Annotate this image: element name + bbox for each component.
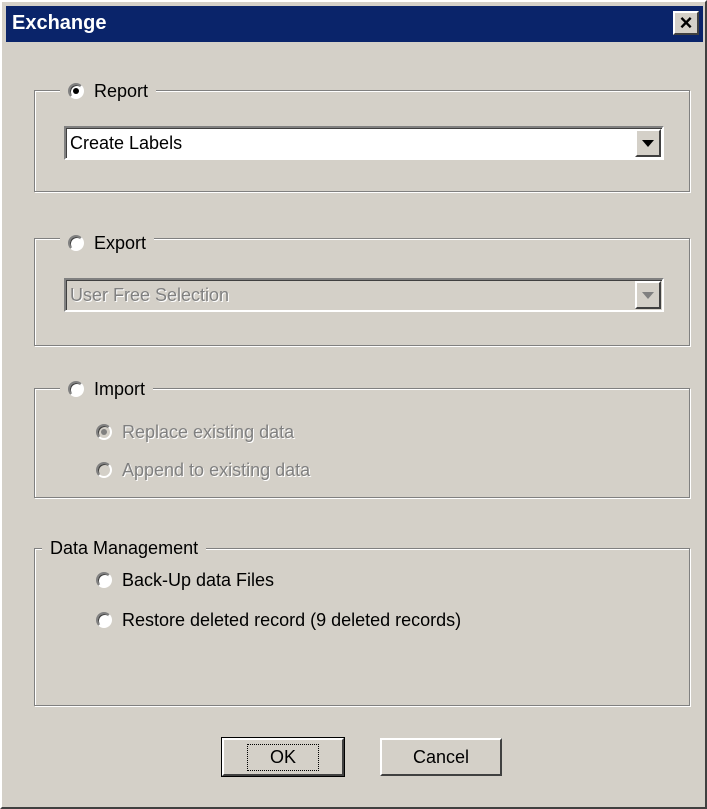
data-management-legend: Data Management — [42, 535, 207, 561]
report-radio[interactable]: Report — [60, 78, 157, 104]
exchange-dialog: Exchange × Report Create Labels Export U… — [0, 0, 707, 809]
chevron-down-icon — [642, 291, 654, 299]
window-title: Exchange — [12, 12, 107, 34]
close-button[interactable]: × — [673, 11, 699, 35]
close-icon: × — [679, 10, 693, 35]
restore-deleted-radio[interactable]: Restore deleted record (9 deleted record… — [96, 607, 461, 633]
report-combo[interactable]: Create Labels — [64, 126, 664, 160]
export-combo-value: User Free Selection — [70, 285, 230, 305]
cancel-label: Cancel — [412, 746, 470, 767]
report-combo-value: Create Labels — [70, 133, 183, 153]
restore-deleted-label: Restore deleted record (9 deleted record… — [122, 609, 462, 630]
backup-data-radio[interactable]: Back-Up data Files — [96, 567, 274, 593]
import-label: Import — [94, 378, 146, 399]
replace-radio-icon[interactable] — [96, 424, 112, 440]
backup-radio-icon[interactable] — [96, 572, 112, 588]
import-radio-icon[interactable] — [68, 381, 84, 397]
replace-existing-radio[interactable]: Replace existing data — [96, 419, 294, 445]
export-radio-icon[interactable] — [68, 235, 84, 251]
replace-existing-label: Replace existing data — [122, 421, 295, 442]
backup-data-label: Back-Up data Files — [122, 569, 275, 590]
report-combo-dropdown-button[interactable] — [635, 129, 661, 157]
ok-button[interactable]: OK — [221, 737, 345, 777]
chevron-down-icon — [642, 139, 654, 147]
cancel-button[interactable]: Cancel — [380, 738, 502, 776]
report-radio-icon[interactable] — [68, 83, 84, 99]
append-existing-radio[interactable]: Append to existing data — [96, 457, 310, 483]
title-bar[interactable]: Exchange × — [6, 6, 703, 42]
append-radio-icon[interactable] — [96, 462, 112, 478]
restore-radio-icon[interactable] — [96, 612, 112, 628]
append-existing-label: Append to existing data — [122, 459, 311, 480]
data-management-label: Data Management — [50, 537, 199, 558]
export-combo-dropdown-button[interactable] — [635, 281, 661, 309]
export-label: Export — [94, 232, 147, 253]
import-radio[interactable]: Import — [60, 376, 154, 402]
export-radio[interactable]: Export — [60, 230, 155, 256]
export-combo[interactable]: User Free Selection — [64, 278, 664, 312]
report-label: Report — [94, 80, 149, 101]
ok-label: OK — [246, 743, 319, 771]
